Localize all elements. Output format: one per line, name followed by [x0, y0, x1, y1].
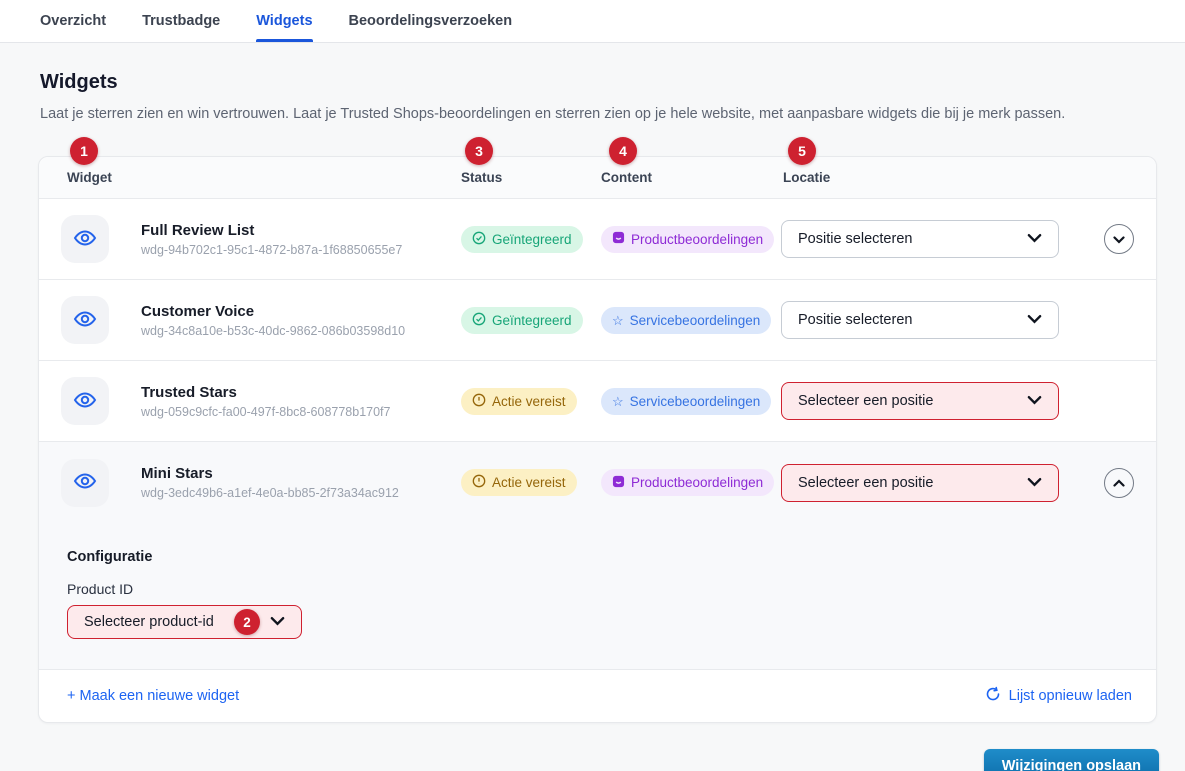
location-select[interactable]: Positie selecteren — [781, 301, 1059, 339]
status-badge: Actie vereist — [461, 469, 577, 496]
widget-name: Customer Voice — [141, 303, 461, 320]
content-badge: ☆ Servicebeoordelingen — [601, 388, 771, 415]
step-badge-1: 1 — [70, 137, 98, 165]
preview-widget-button[interactable] — [61, 377, 109, 425]
table-row: Trusted Stars wdg-059c9cfc-fa00-497f-8bc… — [39, 361, 1156, 442]
status-badge: Geïntegreerd — [461, 307, 583, 334]
preview-widget-button[interactable] — [61, 296, 109, 344]
column-header-status: Status — [461, 170, 601, 185]
widget-id: wdg-059c9cfc-fa00-497f-8bc8-608778b170f7 — [141, 405, 461, 419]
alert-circle-icon — [472, 393, 486, 410]
chevron-down-icon — [270, 614, 285, 630]
chevron-down-icon — [1113, 232, 1125, 247]
chevron-up-icon — [1113, 475, 1125, 490]
eye-icon — [73, 388, 97, 415]
configuration-heading: Configuratie — [67, 549, 1128, 565]
product-review-icon — [612, 231, 625, 247]
column-header-widget: Widget — [39, 170, 461, 185]
column-header-content: Content — [601, 170, 783, 185]
star-icon: ☆ — [612, 395, 624, 408]
step-badge-4: 4 — [609, 137, 637, 165]
location-select[interactable]: Selecteer een positie — [781, 382, 1059, 420]
chevron-down-icon — [1027, 312, 1042, 328]
widget-configuration-panel: Configuratie Product ID Selecteer produc… — [39, 523, 1156, 669]
tab-trustbadge[interactable]: Trustbadge — [142, 0, 220, 42]
check-circle-icon — [472, 231, 486, 248]
widgets-card: 1 3 4 5 Widget Status Content Locatie Fu… — [38, 156, 1157, 723]
content-badge: Productbeoordelingen — [601, 226, 774, 253]
content-badge: Productbeoordelingen — [601, 469, 774, 496]
widget-id: wdg-34c8a10e-b53c-40dc-9862-086b03598d10 — [141, 324, 461, 338]
status-badge: Geïntegreerd — [461, 226, 583, 253]
alert-circle-icon — [472, 474, 486, 491]
reload-list-link[interactable]: Lijst opnieuw laden — [985, 686, 1132, 706]
chevron-down-icon — [1027, 393, 1042, 409]
widget-name: Trusted Stars — [141, 384, 461, 401]
widget-id: wdg-3edc49b6-a1ef-4e0a-bb85-2f73a34ac912 — [141, 486, 461, 500]
page-title: Widgets — [40, 71, 1157, 94]
create-widget-link[interactable]: + Maak een nieuwe widget — [67, 688, 239, 704]
tab-widgets[interactable]: Widgets — [256, 0, 312, 42]
chevron-down-icon — [1027, 231, 1042, 247]
preview-widget-button[interactable] — [61, 459, 109, 507]
column-header-locatie: Locatie — [783, 170, 1063, 185]
location-select[interactable]: Selecteer een positie — [781, 464, 1059, 502]
eye-icon — [73, 469, 97, 496]
star-icon: ☆ — [612, 314, 624, 327]
table-row: Full Review List wdg-94b702c1-95c1-4872-… — [39, 199, 1156, 280]
save-bar: Wijzigingen opslaan — [0, 723, 1185, 771]
chevron-down-icon — [1027, 475, 1042, 491]
check-circle-icon — [472, 312, 486, 329]
content-badge: ☆ Servicebeoordelingen — [601, 307, 771, 334]
save-changes-button[interactable]: Wijzigingen opslaan — [984, 749, 1159, 771]
refresh-icon — [985, 686, 1001, 706]
tab-beoordelingsverzoeken[interactable]: Beoordelingsverzoeken — [349, 0, 513, 42]
step-badge-3: 3 — [465, 137, 493, 165]
table-row: Customer Voice wdg-34c8a10e-b53c-40dc-98… — [39, 280, 1156, 361]
collapse-row-button[interactable] — [1104, 468, 1134, 498]
top-tab-bar: Overzicht Trustbadge Widgets Beoordeling… — [0, 0, 1185, 43]
table-header-row: Widget Status Content Locatie — [39, 157, 1156, 199]
product-id-label: Product ID — [67, 581, 1128, 597]
widget-id: wdg-94b702c1-95c1-4872-b87a-1f68850655e7 — [141, 243, 461, 257]
eye-icon — [73, 226, 97, 253]
step-badge-2: 2 — [234, 609, 260, 635]
page-description: Laat je sterren zien en win vertrouwen. … — [40, 106, 1157, 122]
table-row: Mini Stars wdg-3edc49b6-a1ef-4e0a-bb85-2… — [39, 442, 1156, 523]
step-badge-5: 5 — [788, 137, 816, 165]
expanded-widget-section: Mini Stars wdg-3edc49b6-a1ef-4e0a-bb85-2… — [39, 442, 1156, 670]
card-footer: + Maak een nieuwe widget Lijst opnieuw l… — [39, 670, 1156, 722]
location-select[interactable]: Positie selecteren — [781, 220, 1059, 258]
product-id-select[interactable]: Selecteer product-id 2 — [67, 605, 302, 639]
expand-row-button[interactable] — [1104, 224, 1134, 254]
eye-icon — [73, 307, 97, 334]
preview-widget-button[interactable] — [61, 215, 109, 263]
product-review-icon — [612, 475, 625, 491]
status-badge: Actie vereist — [461, 388, 577, 415]
tab-overzicht[interactable]: Overzicht — [40, 0, 106, 42]
widget-name: Full Review List — [141, 222, 461, 239]
widget-name: Mini Stars — [141, 465, 461, 482]
